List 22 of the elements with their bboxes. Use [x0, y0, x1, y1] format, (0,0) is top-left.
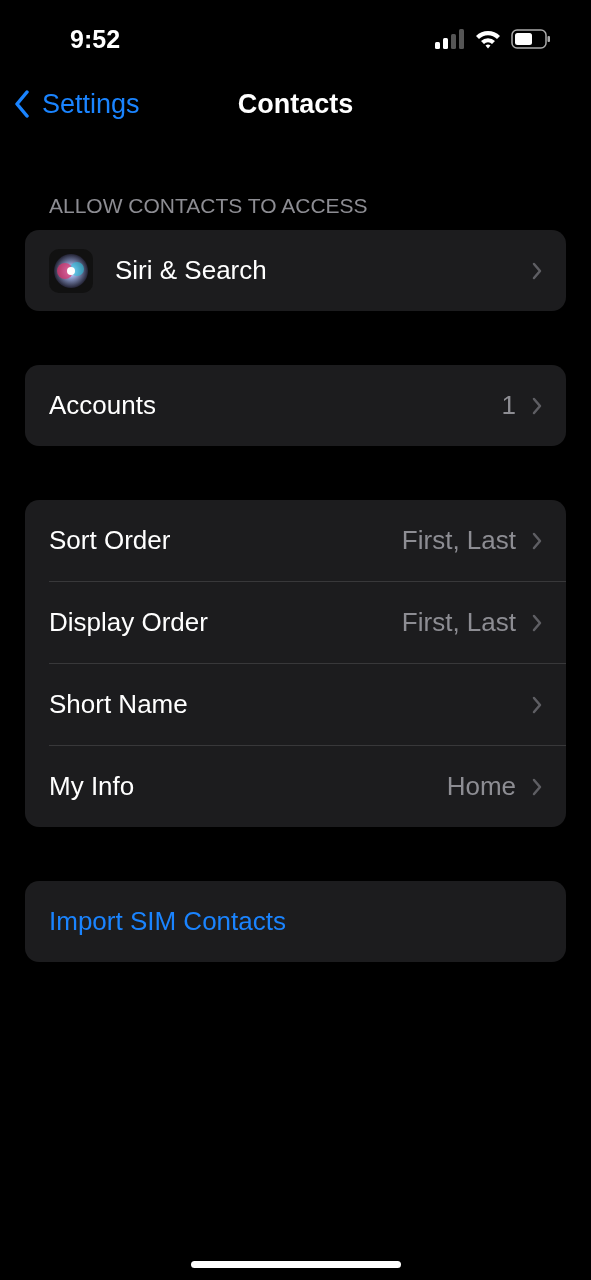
status-time: 9:52: [70, 24, 121, 54]
back-button[interactable]: Settings: [0, 88, 140, 120]
settings-row[interactable]: Accounts 1: [49, 365, 566, 446]
section-header: ALLOW CONTACTS TO ACCESS: [48, 194, 369, 219]
battery-icon: [511, 29, 551, 49]
chevron-icon: [532, 261, 542, 280]
chevron-icon: [532, 396, 542, 415]
chevron-icon: [532, 777, 542, 796]
wifi-icon: [475, 29, 501, 49]
settings-row[interactable]: My Info Home: [49, 745, 566, 827]
chevron-icon: [532, 613, 542, 632]
settings-row[interactable]: Display Order First, Last: [49, 581, 566, 663]
signal-icon: [435, 29, 465, 49]
settings-row[interactable]: Short Name: [49, 663, 566, 745]
page-title: Contacts: [237, 88, 354, 120]
chevron-icon: [532, 531, 542, 550]
import-link[interactable]: Import SIM Contacts: [49, 881, 566, 962]
settings-row[interactable]: Sort Order First, Last: [49, 500, 566, 581]
siri-orb-icon: [49, 248, 93, 293]
chevron-icon: [532, 695, 542, 714]
settings-row[interactable]: Siri & Search: [49, 230, 566, 311]
back-chevron-icon: [14, 90, 30, 118]
